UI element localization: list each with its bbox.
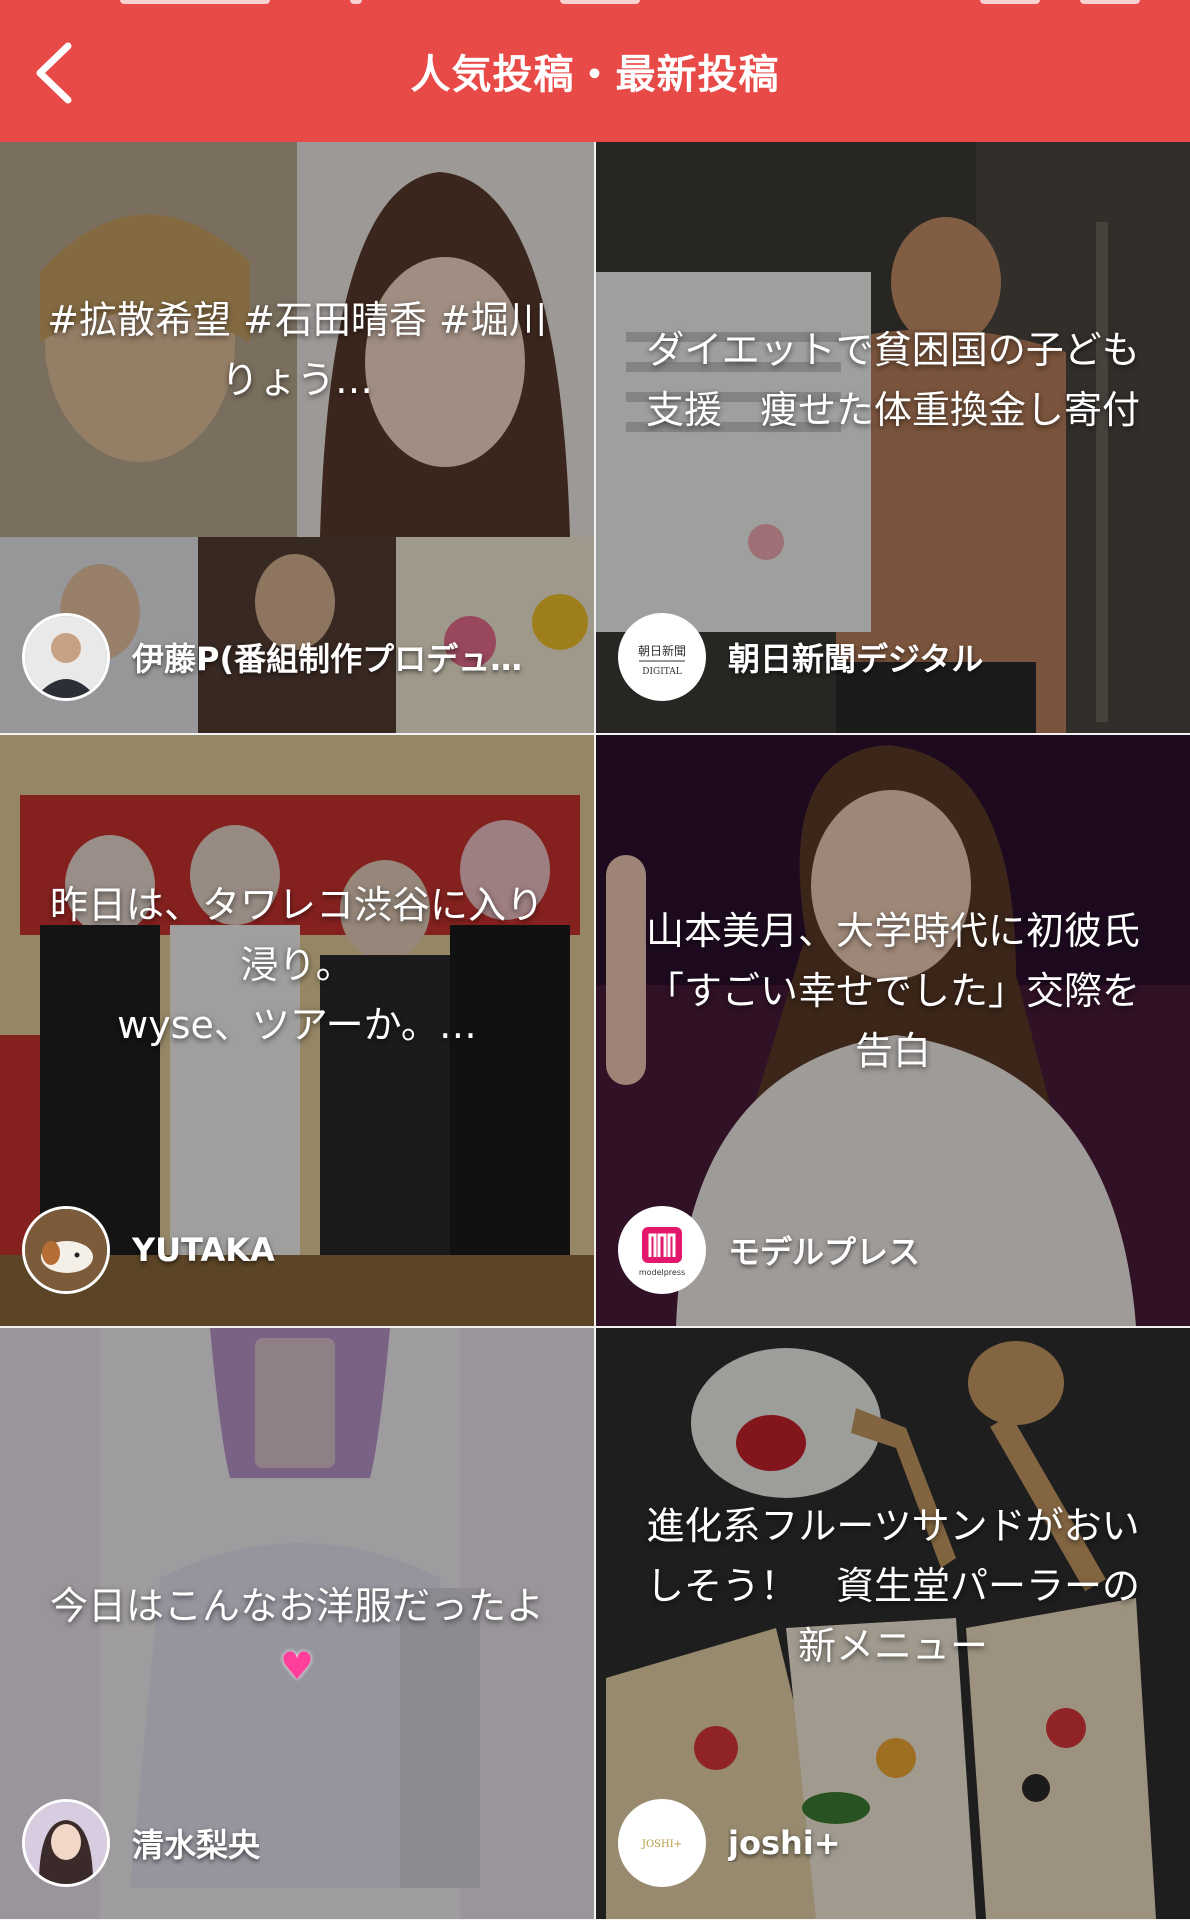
person-photo-icon [22,1799,110,1887]
author-name: モデルプレス [728,1233,921,1271]
post-card[interactable]: 進化系フルーツサンドがおいしそう！ 資生堂パーラーの新メニュー JOSHI+ j… [596,1328,1190,1919]
post-author: YUTAKA [22,1204,275,1296]
post-author: 朝日新聞 DIGITAL 朝日新聞デジタル [618,611,983,703]
author-name: 伊藤P(番組制作プロデューサー) [132,640,532,678]
post-grid: #拡散希望 #石田晴香 #堀川りょう… 伊藤P(番組制作プロデューサー) [0,142,1190,1920]
dog-photo-icon [22,1206,110,1294]
post-author: 清水梨央 [22,1797,260,1889]
status-bar [0,0,1190,8]
app-screen: 人気投稿・最新投稿 #拡散希望 #石田晴香 #堀川りょう… 伊藤P(番組制作プロ… [0,0,1190,1920]
top-navigation-bar: 人気投稿・最新投稿 [0,0,1190,142]
joshi-logo-icon: JOSHI+ [618,1799,706,1887]
post-headline: 進化系フルーツサンドがおいしそう！ 資生堂パーラーの新メニュー [645,1504,1140,1668]
svg-text:朝日新聞: 朝日新聞 [638,643,686,658]
post-card[interactable]: 昨日は、タワレコ渋谷に入り浸り。 wyse、ツアーか。… YUTAKA [0,735,594,1326]
author-name: YUTAKA [132,1231,275,1269]
svg-text:modelpress: modelpress [639,1268,685,1277]
svg-text:DIGITAL: DIGITAL [642,667,682,677]
post-card[interactable]: #拡散希望 #石田晴香 #堀川りょう… 伊藤P(番組制作プロデューサー) [0,142,594,733]
svg-text:JOSHI+: JOSHI+ [641,1839,682,1850]
author-name: 朝日新聞デジタル [728,640,984,678]
post-headline: 今日はこんなお洋服だったよ [49,1584,544,1628]
post-headline: ダイエットで貧困国の子ども支援 痩せた体重換金し寄付 [645,328,1140,432]
author-name: joshi+ [728,1824,841,1862]
post-card[interactable]: 今日はこんなお洋服だったよ ♥ 清水梨央 [0,1328,594,1919]
post-card[interactable]: 山本美月、大学時代に初彼氏「すごい幸せでした」交際を告白 modelpress … [596,735,1190,1326]
post-headline: 山本美月、大学時代に初彼氏「すごい幸せでした」交際を告白 [645,909,1140,1073]
post-author: modelpress モデルプレス [618,1204,920,1296]
post-headline: 昨日は、タワレコ渋谷に入り浸り。 wyse、ツアーか。… [49,883,544,1047]
post-author: JOSHI+ joshi+ [618,1797,841,1889]
asahi-logo-icon: 朝日新聞 DIGITAL [618,613,706,701]
person-photo-icon [22,613,110,701]
author-name: 清水梨央 [132,1826,261,1864]
post-card[interactable]: ダイエットで貧困国の子ども支援 痩せた体重換金し寄付 朝日新聞 DIGITAL … [596,142,1190,733]
page-title: 人気投稿・最新投稿 [410,52,780,98]
heart-icon: ♥ [279,1644,315,1688]
post-headline-container: 今日はこんなお洋服だったよ ♥ [46,1576,548,1696]
modelpress-logo-icon: modelpress [618,1206,706,1294]
post-author: 伊藤P(番組制作プロデューサー) [22,611,532,703]
post-headline: #拡散希望 #石田晴香 #堀川りょう… [47,298,547,402]
